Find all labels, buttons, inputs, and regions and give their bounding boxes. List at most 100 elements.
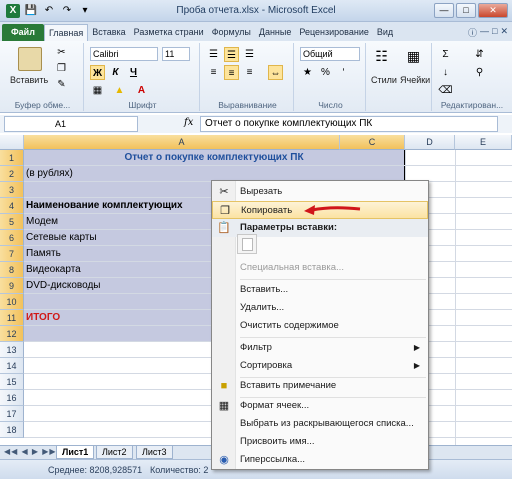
tab-page-layout[interactable]: Разметка страни — [130, 24, 208, 41]
tab-review[interactable]: Рецензирование — [295, 24, 373, 41]
sheet-tab-2[interactable]: Лист2 — [96, 446, 133, 459]
underline-button[interactable]: Ч — [126, 65, 141, 80]
row-header[interactable]: 12 — [0, 326, 24, 342]
tab-file[interactable]: Файл — [2, 24, 44, 41]
menu-item-pick-from-list-label: Выбрать из раскрывающегося списка... — [240, 418, 414, 429]
row-header[interactable]: 15 — [0, 374, 24, 390]
fill-icon[interactable]: ↓ — [438, 65, 453, 80]
tab-home[interactable]: Главная — [43, 24, 89, 41]
borders-icon[interactable]: ▦ — [90, 83, 105, 98]
align-right-icon[interactable]: ≡ — [242, 65, 257, 80]
sort-filter-icon[interactable]: ⇵ — [472, 47, 487, 62]
ribbon-restore-icon[interactable]: □ — [492, 26, 497, 39]
row-header[interactable]: 1 — [0, 150, 24, 166]
styles-button[interactable]: Стили — [371, 75, 397, 85]
fx-icon[interactable]: fx — [184, 117, 193, 128]
align-left-icon[interactable]: ≡ — [206, 65, 221, 80]
row-header[interactable]: 8 — [0, 262, 24, 278]
find-icon[interactable]: ⚲ — [472, 65, 487, 80]
paste-option-button[interactable] — [237, 234, 257, 254]
minimize-button[interactable]: — — [434, 3, 454, 18]
row-header[interactable]: 4 — [0, 198, 24, 214]
column-header-e[interactable]: E — [455, 135, 512, 150]
menu-item-format-cells[interactable]: ▦ Формат ячеек... — [212, 397, 428, 415]
row-header[interactable]: 11 — [0, 310, 24, 326]
cut-icon[interactable]: ✂ — [54, 45, 69, 60]
bold-button[interactable]: Ж — [90, 65, 105, 80]
row-header[interactable]: 10 — [0, 294, 24, 310]
ribbon-close-icon[interactable]: ✕ — [500, 26, 508, 39]
menu-separator — [240, 337, 426, 338]
menu-item-filter[interactable]: Фильтр ▶ — [212, 339, 428, 357]
tab-data[interactable]: Данные — [255, 24, 296, 41]
copy-icon[interactable]: ❐ — [54, 61, 69, 76]
row-header[interactable]: 17 — [0, 406, 24, 422]
name-box[interactable]: A1 — [4, 116, 138, 132]
menu-item-insert-comment[interactable]: ■ Вставить примечание — [212, 377, 428, 395]
currency-icon[interactable]: ★ — [300, 65, 315, 80]
font-name-select[interactable]: Calibri — [90, 47, 158, 61]
row-header[interactable]: 2 — [0, 166, 24, 182]
menu-header-paste-options-label: Параметры вставки: — [240, 222, 338, 233]
menu-item-paste-special[interactable]: Специальная вставка... — [212, 259, 428, 277]
paste-button[interactable]: Вставить — [10, 75, 48, 85]
column-header-c[interactable]: C — [340, 135, 405, 150]
row-header[interactable]: 3 — [0, 182, 24, 198]
sheet-nav-icons[interactable]: ◀◀ ◀ ▶ ▶▶ — [4, 447, 57, 456]
row-header[interactable]: 14 — [0, 358, 24, 374]
close-button[interactable]: ✕ — [478, 3, 508, 18]
row-header[interactable]: 6 — [0, 230, 24, 246]
row-header[interactable]: 18 — [0, 422, 24, 438]
menu-item-hyperlink[interactable]: ◉ Гиперссылка... — [212, 451, 428, 469]
clear-icon[interactable]: ⌫ — [438, 83, 453, 98]
menu-item-filter-label: Фильтр — [240, 342, 272, 353]
thousands-icon[interactable]: ‘ — [336, 65, 351, 80]
row-header[interactable]: 5 — [0, 214, 24, 230]
tab-insert[interactable]: Вставка — [88, 24, 129, 41]
align-middle-icon[interactable]: ☰ — [224, 47, 239, 62]
menu-separator — [240, 279, 426, 280]
cells-icon[interactable]: ▦ — [406, 49, 421, 64]
row-header[interactable]: 13 — [0, 342, 24, 358]
menu-item-clear-contents[interactable]: Очистить содержимое — [212, 317, 428, 335]
styles-icon[interactable]: ☷ — [374, 49, 389, 64]
font-color-icon[interactable]: A — [134, 83, 149, 98]
select-all-corner[interactable] — [0, 135, 24, 150]
sheet-tab-3[interactable]: Лист3 — [136, 446, 173, 459]
formula-bar: A1 fx Отчет о покупке комплектующих ПК — [0, 115, 512, 133]
merge-center-icon[interactable]: ⇔ — [268, 65, 283, 80]
maximize-button[interactable]: □ — [456, 3, 476, 18]
menu-item-define-name[interactable]: Присвоить имя... — [212, 433, 428, 451]
align-top-icon[interactable]: ☰ — [206, 47, 221, 62]
menu-item-sort[interactable]: Сортировка ▶ — [212, 357, 428, 375]
ribbon-minimize-icon[interactable]: — — [480, 26, 489, 39]
row-header[interactable]: 9 — [0, 278, 24, 294]
sheet-tab-1[interactable]: Лист1 — [56, 446, 95, 459]
menu-item-insert[interactable]: Вставить... — [212, 281, 428, 299]
number-format-select[interactable]: Общий — [300, 47, 360, 61]
menu-item-pick-from-list[interactable]: Выбрать из раскрывающегося списка... — [212, 415, 428, 433]
gridline — [455, 150, 456, 445]
cells-button[interactable]: Ячейки — [400, 75, 430, 85]
percent-icon[interactable]: % — [318, 65, 333, 80]
menu-item-cut[interactable]: ✂ Вырезать — [212, 183, 428, 201]
font-size-select[interactable]: 11 — [162, 47, 190, 61]
tab-view[interactable]: Вид — [373, 24, 397, 41]
autosum-icon[interactable]: Σ — [438, 47, 453, 62]
help-icon[interactable]: ⓘ — [468, 26, 477, 39]
tab-formulas[interactable]: Формулы — [208, 24, 255, 41]
align-bottom-icon[interactable]: ☰ — [242, 47, 257, 62]
column-header-a[interactable]: A — [24, 135, 340, 150]
format-painter-icon[interactable]: ✎ — [54, 77, 69, 92]
paste-icon[interactable] — [18, 47, 42, 71]
formula-input[interactable]: Отчет о покупке комплектующих ПК — [200, 116, 498, 132]
row-header[interactable]: 7 — [0, 246, 24, 262]
italic-button[interactable]: К — [108, 65, 123, 80]
align-center-icon[interactable]: ≡ — [224, 65, 239, 80]
menu-item-delete[interactable]: Удалить... — [212, 299, 428, 317]
table-row[interactable]: Отчет о покупке комплектующих ПК — [24, 150, 404, 166]
fill-color-icon[interactable]: ▲ — [112, 83, 127, 98]
column-header-d[interactable]: D — [405, 135, 455, 150]
title-bar: X 💾 ↶ ↷ ▾ Проба отчета.xlsx - Microsoft … — [0, 0, 512, 22]
row-header[interactable]: 16 — [0, 390, 24, 406]
